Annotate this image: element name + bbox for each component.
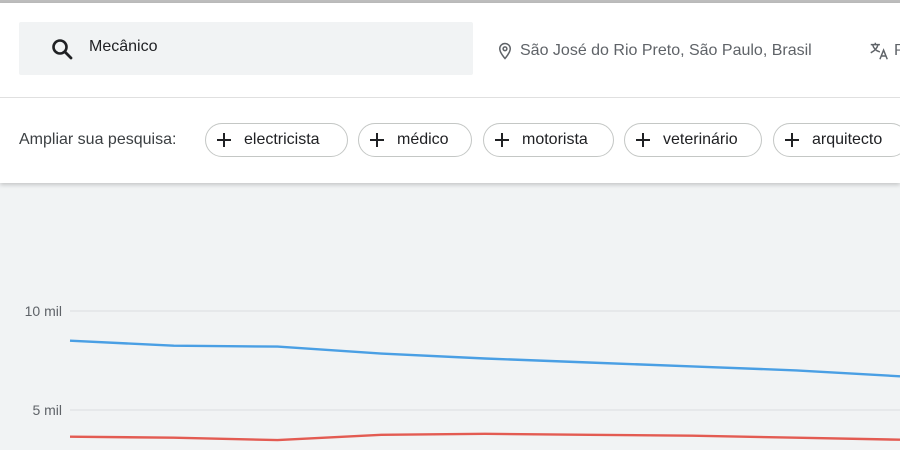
chip-electricista[interactable]: electricista bbox=[205, 123, 348, 157]
chip-motorista[interactable]: motorista bbox=[483, 123, 614, 157]
chip-label: electricista bbox=[244, 131, 320, 148]
language-selector[interactable]: P bbox=[868, 39, 900, 63]
expand-search-label: Ampliar sua pesquisa: bbox=[19, 131, 177, 148]
series-line-2[interactable] bbox=[69, 432, 900, 442]
translate-icon bbox=[870, 42, 888, 60]
y-tick-label: 5 mil bbox=[32, 402, 62, 418]
language-text: P bbox=[894, 42, 900, 59]
chip-label: arquitecto bbox=[812, 131, 883, 148]
plus-icon bbox=[370, 133, 384, 147]
trend-chart: 10 mil 5 mil bbox=[25, 303, 900, 442]
chip-arquitecto[interactable]: arquitecto bbox=[773, 123, 900, 157]
chip-label: veterinário bbox=[663, 131, 738, 148]
plus-icon bbox=[636, 133, 650, 147]
plus-icon bbox=[495, 133, 509, 147]
y-tick-label: 10 mil bbox=[25, 303, 62, 319]
search-box[interactable]: Mecânico bbox=[19, 22, 473, 75]
location-selector[interactable]: São José do Rio Preto, São Paulo, Brasil bbox=[496, 39, 812, 63]
location-text: São José do Rio Preto, São Paulo, Brasil bbox=[520, 42, 812, 59]
search-input[interactable]: Mecânico bbox=[89, 38, 157, 56]
plus-icon bbox=[217, 133, 231, 147]
series-line-1[interactable] bbox=[69, 339, 900, 378]
chip-medico[interactable]: médico bbox=[358, 123, 472, 157]
header-divider bbox=[0, 97, 900, 98]
chip-label: motorista bbox=[522, 131, 588, 148]
chip-veterinario[interactable]: veterinário bbox=[624, 123, 762, 157]
search-icon[interactable] bbox=[50, 37, 74, 61]
chip-label: médico bbox=[397, 131, 449, 148]
plus-icon bbox=[785, 133, 799, 147]
search-header: Mecânico São José do Rio Preto, São Paul… bbox=[0, 3, 900, 183]
location-pin-icon bbox=[498, 42, 512, 60]
